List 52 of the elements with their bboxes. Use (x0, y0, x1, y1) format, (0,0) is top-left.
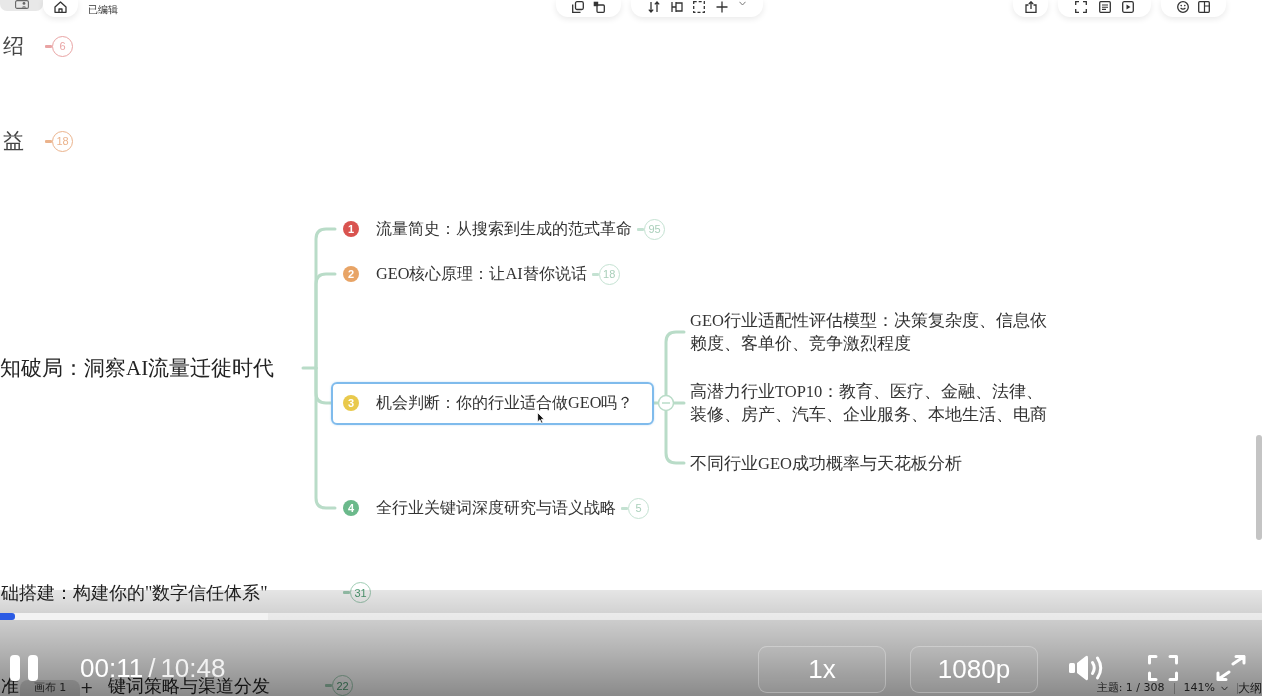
person-card-icon (14, 0, 29, 9)
document-icon[interactable] (1098, 1, 1111, 13)
zoom-level[interactable]: 141% (1183, 681, 1215, 695)
subtopic-text[interactable]: GEO行业适配性评估模型：决策复杂度、信息依赖度、客单价、竞争激烈程度 (690, 309, 1050, 355)
topic-node[interactable]: 1 流量简史：从搜索到生成的范式革命 (331, 207, 637, 251)
play-icon[interactable] (1121, 1, 1134, 13)
arrows-icon[interactable] (647, 1, 660, 13)
scrollbar[interactable] (1256, 435, 1262, 540)
cursor-icon (537, 412, 545, 424)
expand-icon[interactable] (1216, 654, 1246, 681)
topic-count: 主题: 1 / 308 (1096, 681, 1165, 695)
central-topic[interactable]: 知破局：洞察AI流量迁徙时代 (0, 354, 275, 382)
copy-icon[interactable] (571, 1, 584, 13)
topic-number: 4 (343, 500, 359, 516)
subtopic-text[interactable]: 不同行业GEO成功概率与天花板分析 (690, 451, 1050, 475)
save-status: 已编辑 (88, 4, 119, 16)
volume-icon[interactable] (1069, 653, 1105, 682)
home-button[interactable] (43, 0, 78, 17)
sidebar-icon[interactable] (1198, 1, 1211, 13)
add-canvas-button[interactable]: + (80, 681, 94, 695)
topic-number: 1 (343, 221, 359, 237)
topic-text[interactable]: 绍 (3, 33, 24, 59)
dashed-square-icon[interactable] (693, 1, 706, 13)
branch-line (672, 401, 686, 405)
topic-text[interactable]: 础搭建：构建你的"数字信任体系" (1, 583, 268, 603)
home-icon (54, 1, 67, 13)
plus-icon[interactable] (716, 1, 729, 13)
topic-number: 3 (343, 395, 359, 411)
topic-number: 2 (343, 266, 359, 282)
topic-text: 机会判断：你的行业适合做GEO吗？ (376, 392, 634, 414)
share-icon[interactable] (1024, 1, 1037, 13)
topic-node[interactable]: 2 GEO核心原理：让AI替你说话 (331, 252, 592, 296)
topic-text[interactable]: 准 (1, 676, 19, 696)
fullscreen-icon[interactable] (1075, 1, 1088, 13)
branch-line (664, 409, 686, 465)
topic-text: GEO核心原理：让AI替你说话 (376, 263, 587, 285)
topic-text: 流量简史：从搜索到生成的范式革命 (376, 218, 632, 240)
smiley-icon[interactable] (1176, 1, 1189, 13)
topic-node[interactable]: 4 全行业关键词深度研究与语义战略 (331, 486, 621, 530)
branch-line (652, 401, 660, 405)
topic-text: 全行业关键词深度研究与语义战略 (376, 497, 616, 519)
bracket-icon[interactable] (670, 1, 683, 13)
caret-icon[interactable] (739, 1, 747, 6)
subtopic-text[interactable]: 高潜力行业TOP10：教育、医疗、金融、法律、装修、房产、汽车、企业服务、本地生活、电商 (690, 380, 1050, 426)
topic-node[interactable]: 3 机会判断：你的行业适合做GEO吗？ (331, 381, 654, 425)
topic-text[interactable]: 益 (3, 128, 24, 154)
account-button[interactable] (0, 0, 43, 11)
canvas-tab[interactable]: 画布 1 (20, 680, 80, 696)
caret-icon[interactable] (1221, 685, 1228, 691)
progress-track[interactable] (0, 613, 1262, 620)
boxes-icon[interactable] (593, 1, 606, 13)
branch-line (664, 330, 686, 397)
